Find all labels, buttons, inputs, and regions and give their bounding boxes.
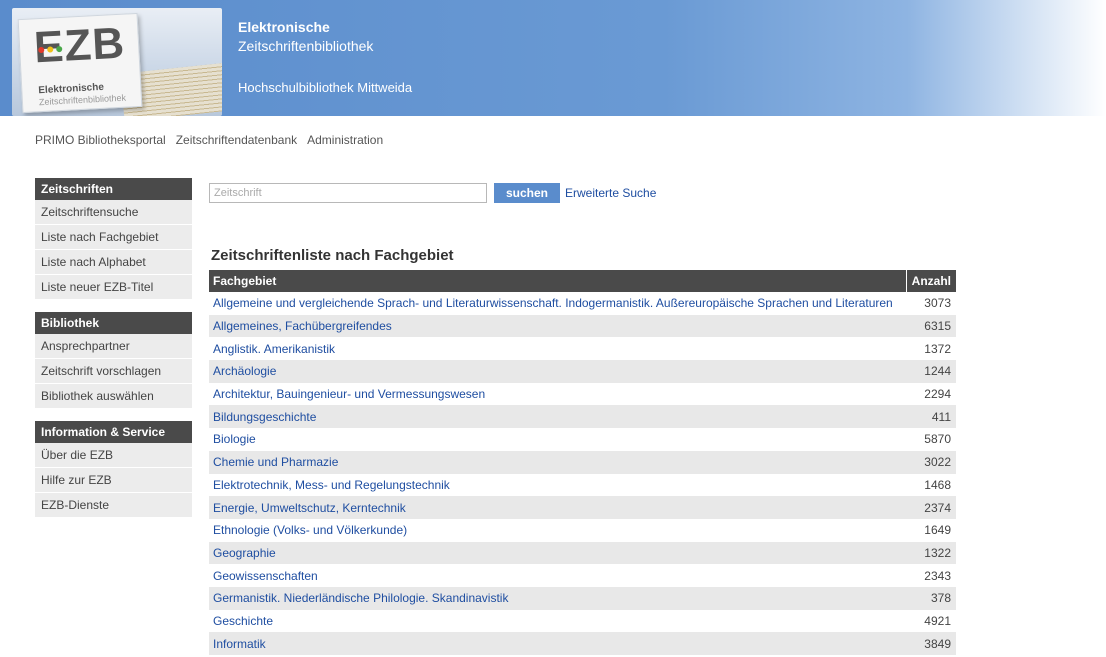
- subject-link[interactable]: Archäologie: [209, 360, 907, 383]
- sidebar-item-ansprechpartner[interactable]: Ansprechpartner: [35, 334, 192, 359]
- subject-link[interactable]: Energie, Umweltschutz, Kerntechnik: [209, 496, 907, 519]
- sidebar-section-bibliothek: Bibliothek Ansprechpartner Zeitschrift v…: [35, 312, 192, 409]
- subject-link[interactable]: Informatik: [209, 632, 907, 655]
- table-row: Anglistik. Amerikanistik 1372: [209, 337, 956, 361]
- subject-table: Fachgebiet Anzahl Allgemeine und verglei…: [209, 270, 956, 655]
- page-title: Zeitschriftenliste nach Fachgebiet: [211, 247, 454, 264]
- subject-count: 3849: [906, 632, 956, 655]
- sidebar-item-zeitschriftensuche[interactable]: Zeitschriftensuche: [35, 200, 192, 225]
- subject-count: 3073: [906, 292, 956, 315]
- site-header: EZB Elektronische Zeitschriftenbibliothe…: [0, 0, 1106, 116]
- sidebar-item-neue-titel[interactable]: Liste neuer EZB-Titel: [35, 275, 192, 300]
- search-button[interactable]: suchen: [494, 183, 560, 203]
- subject-count: 1649: [906, 518, 956, 542]
- subject-count: 1322: [906, 541, 956, 565]
- subject-link[interactable]: Germanistik. Niederländische Philologie.…: [209, 586, 907, 610]
- subject-link[interactable]: Chemie und Pharmazie: [209, 450, 907, 474]
- site-title-line2: Zeitschriftenbibliothek: [238, 38, 374, 54]
- subject-count: 6315: [906, 314, 956, 338]
- sidebar-item-zeitschrift-vorschlagen[interactable]: Zeitschrift vorschlagen: [35, 359, 192, 384]
- table-row: Chemie und Pharmazie 3022: [209, 450, 956, 474]
- table-row: Allgemeine und vergleichende Sprach- und…: [209, 292, 956, 315]
- table-row: Architektur, Bauingenieur- und Vermessun…: [209, 382, 956, 406]
- subject-count: 411: [906, 405, 956, 429]
- subject-link[interactable]: Biologie: [209, 428, 907, 451]
- table-row: Energie, Umweltschutz, Kerntechnik 2374: [209, 496, 956, 519]
- table-row: Elektrotechnik, Mess- und Regelungstechn…: [209, 473, 956, 497]
- sidebar-item-liste-alphabet[interactable]: Liste nach Alphabet: [35, 250, 192, 275]
- subject-count: 5870: [906, 428, 956, 451]
- subject-link[interactable]: Anglistik. Amerikanistik: [209, 337, 907, 361]
- subject-count: 3022: [906, 450, 956, 474]
- sidebar-heading: Information & Service: [35, 421, 192, 443]
- sidebar-item-ueber-ezb[interactable]: Über die EZB: [35, 443, 192, 468]
- subject-count: 2343: [906, 564, 956, 587]
- nav-zdb-link[interactable]: Zeitschriftendatenbank: [176, 133, 297, 147]
- sidebar-heading: Bibliothek: [35, 312, 192, 334]
- table-header-row: Fachgebiet Anzahl: [209, 270, 956, 292]
- table-row: Ethnologie (Volks- und Völkerkunde) 1649: [209, 518, 956, 542]
- table-row: Bildungsgeschichte 411: [209, 405, 956, 429]
- subject-count: 2294: [906, 382, 956, 406]
- table-row: Germanistik. Niederländische Philologie.…: [209, 586, 956, 610]
- column-header-count: Anzahl: [905, 270, 956, 292]
- sidebar-item-hilfe[interactable]: Hilfe zur EZB: [35, 468, 192, 493]
- sidebar: Zeitschriften Zeitschriftensuche Liste n…: [35, 178, 192, 530]
- sidebar-heading: Zeitschriften: [35, 178, 192, 200]
- subject-link[interactable]: Architektur, Bauingenieur- und Vermessun…: [209, 382, 907, 406]
- table-row: Geographie 1322: [209, 541, 956, 565]
- subject-count: 1372: [906, 337, 956, 361]
- subject-link[interactable]: Bildungsgeschichte: [209, 405, 907, 429]
- subject-count: 4921: [906, 609, 956, 633]
- subject-count: 378: [906, 586, 956, 610]
- library-name: Hochschulbibliothek Mittweida: [238, 80, 413, 95]
- subject-link[interactable]: Ethnologie (Volks- und Völkerkunde): [209, 518, 907, 542]
- advanced-search-link[interactable]: Erweiterte Suche: [565, 186, 656, 200]
- sidebar-item-ezb-dienste[interactable]: EZB-Dienste: [35, 493, 192, 518]
- subject-count: 1468: [906, 473, 956, 497]
- site-title: Elektronische Zeitschriftenbibliothek: [238, 18, 373, 56]
- subject-link[interactable]: Geographie: [209, 541, 907, 565]
- logo-card: EZB Elektronische Zeitschriftenbibliothe…: [17, 12, 143, 114]
- sidebar-section-zeitschriften: Zeitschriften Zeitschriftensuche Liste n…: [35, 178, 192, 300]
- table-row: Geowissenschaften 2343: [209, 564, 956, 587]
- site-title-line1: Elektronische: [238, 19, 330, 35]
- subject-link[interactable]: Allgemeine und vergleichende Sprach- und…: [209, 292, 907, 315]
- table-row: Informatik 3849: [209, 632, 956, 655]
- subject-link[interactable]: Geowissenschaften: [209, 564, 907, 587]
- table-row: Allgemeines, Fachübergreifendes 6315: [209, 314, 956, 338]
- subject-link[interactable]: Allgemeines, Fachübergreifendes: [209, 314, 907, 338]
- logo-dots: [38, 45, 63, 54]
- subject-link[interactable]: Geschichte: [209, 609, 907, 633]
- subject-count: 1244: [906, 360, 956, 383]
- search-input[interactable]: Zeitschrift: [209, 183, 487, 203]
- sidebar-item-liste-fachgebiet[interactable]: Liste nach Fachgebiet: [35, 225, 192, 250]
- search-bar: Zeitschrift suchen Erweiterte Suche: [209, 183, 656, 203]
- table-row: Archäologie 1244: [209, 360, 956, 383]
- nav-admin-link[interactable]: Administration: [307, 133, 383, 147]
- table-row: Biologie 5870: [209, 428, 956, 451]
- subject-count: 2374: [906, 496, 956, 519]
- table-body: Allgemeine und vergleichende Sprach- und…: [209, 292, 956, 655]
- nav-primo-link[interactable]: PRIMO Bibliotheksportal: [35, 133, 166, 147]
- column-header-subject: Fachgebiet: [209, 270, 907, 292]
- ezb-logo[interactable]: EZB Elektronische Zeitschriftenbibliothe…: [12, 8, 222, 116]
- subject-link[interactable]: Elektrotechnik, Mess- und Regelungstechn…: [209, 473, 907, 497]
- sidebar-item-bibliothek-auswaehlen[interactable]: Bibliothek auswählen: [35, 384, 192, 409]
- top-navigation: PRIMO Bibliotheksportal Zeitschriftendat…: [35, 133, 383, 147]
- table-row: Geschichte 4921: [209, 609, 956, 633]
- sidebar-section-information: Information & Service Über die EZB Hilfe…: [35, 421, 192, 518]
